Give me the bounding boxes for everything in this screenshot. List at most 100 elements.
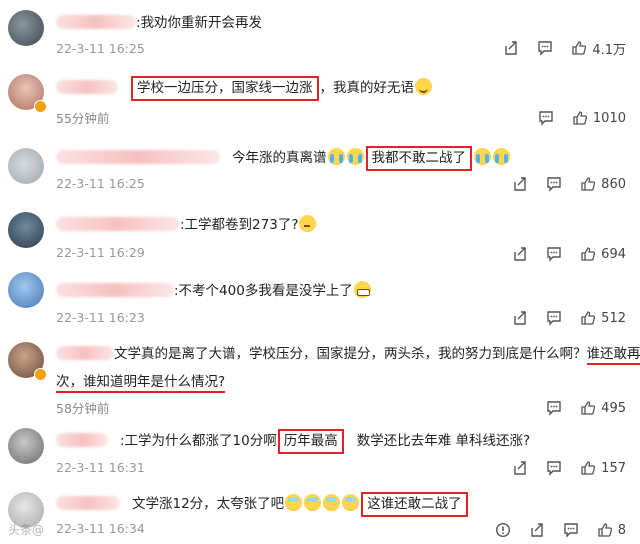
like-count: 157 <box>601 460 626 476</box>
like-count: 495 <box>601 400 626 416</box>
comment-button[interactable] <box>538 110 554 126</box>
emoji-icon <box>119 81 129 91</box>
emoji-icon <box>121 497 131 507</box>
comment-button[interactable] <box>563 522 579 538</box>
crying-emoji-icon <box>346 148 364 165</box>
comment-actions: 694 <box>494 244 626 264</box>
sweat-emoji-icon <box>323 494 341 511</box>
like-button[interactable]: 512 <box>580 310 626 326</box>
username-blurred[interactable] <box>56 217 180 231</box>
emoji-icon <box>346 434 356 444</box>
share-icon <box>531 523 543 537</box>
sweat-emoji-icon <box>285 494 303 511</box>
like-count: 8 <box>617 522 626 538</box>
like-icon <box>572 41 587 55</box>
like-count: 1010 <box>592 110 626 126</box>
like-icon <box>581 461 596 475</box>
comment-date: 22-3-11 16:34 <box>56 521 145 536</box>
smile-emoji-icon <box>415 78 432 95</box>
report-icon <box>495 522 510 538</box>
comment-button[interactable] <box>546 310 562 326</box>
like-button[interactable]: 860 <box>580 176 626 192</box>
comment-text: :工学为什么都涨了10分啊 历年最高 数学还比去年难 单科线还涨? <box>56 429 530 454</box>
comment-date: 22-3-11 16:25 <box>56 176 145 191</box>
share-button[interactable] <box>512 246 528 262</box>
share-button[interactable] <box>529 522 545 538</box>
verified-badge-icon <box>34 100 47 113</box>
username-blurred[interactable] <box>56 80 118 94</box>
comment-text: 文学涨12分，太夸张了吧 这谁还敢二战了 <box>56 492 469 517</box>
like-button[interactable]: 4.1万 <box>571 39 626 58</box>
comment-icon <box>547 311 561 326</box>
watermark: 头条@ <box>8 523 45 537</box>
share-icon <box>505 41 518 55</box>
thinking-emoji-icon <box>299 215 317 232</box>
share-icon <box>514 311 526 325</box>
crying-emoji-icon <box>493 148 510 165</box>
highlight-box: 我都不敢二战了 <box>365 146 472 171</box>
crying-emoji-icon <box>474 148 491 165</box>
highlight-box: 学校一边压分，国家线一边涨 <box>131 76 319 101</box>
comment-button[interactable] <box>546 400 562 416</box>
verified-badge-icon <box>34 368 47 381</box>
like-icon <box>581 247 596 261</box>
username-blurred[interactable] <box>56 496 120 510</box>
like-count: 694 <box>601 246 626 262</box>
like-icon <box>581 401 596 415</box>
comment-actions: 495 <box>528 398 626 418</box>
like-button[interactable]: 8 <box>597 522 626 538</box>
like-button[interactable]: 1010 <box>572 110 626 126</box>
username-blurred[interactable] <box>56 283 174 297</box>
comment-icon <box>547 401 561 416</box>
sweat-emoji-icon <box>342 494 360 511</box>
grin-emoji-icon <box>353 281 371 298</box>
like-button[interactable]: 495 <box>580 400 626 416</box>
comment-button[interactable] <box>546 246 562 262</box>
share-button[interactable] <box>512 310 528 326</box>
highlight-box: 历年最高 <box>277 429 344 454</box>
like-count: 4.1万 <box>592 42 626 58</box>
like-icon <box>598 523 612 537</box>
report-button[interactable] <box>495 522 511 538</box>
comment-text: :我劝你重新开会再发 <box>56 14 262 33</box>
comment-actions: 157 <box>494 458 626 478</box>
comment-text: 今年涨的真离谱 我都不敢二战了 <box>56 146 511 171</box>
comment-actions: 512 <box>494 308 626 328</box>
comment-button[interactable] <box>537 40 553 56</box>
like-icon <box>581 177 596 191</box>
like-button[interactable]: 157 <box>580 460 626 476</box>
comment-icon <box>564 523 578 538</box>
crying-emoji-icon <box>327 148 345 165</box>
avatar[interactable] <box>8 428 44 464</box>
share-icon <box>514 247 526 261</box>
comment-text-continued: 次，谁知道明年是什么情况? <box>56 373 226 393</box>
avatar[interactable] <box>8 212 44 248</box>
like-count: 512 <box>601 310 626 326</box>
comment-icon <box>547 461 561 476</box>
avatar[interactable] <box>8 272 44 308</box>
comment-icon <box>547 247 561 262</box>
share-button[interactable] <box>512 460 528 476</box>
share-button[interactable] <box>503 40 519 56</box>
comment-date: 58分钟前 <box>56 401 110 416</box>
like-icon <box>581 311 596 325</box>
comment-button[interactable] <box>546 460 562 476</box>
avatar[interactable] <box>8 10 44 46</box>
username-blurred[interactable] <box>56 15 136 29</box>
share-button[interactable] <box>512 176 528 192</box>
username-blurred[interactable] <box>56 150 220 164</box>
comment-icon <box>539 111 553 126</box>
comment-text: :不考个400多我看是没学上了 <box>56 281 372 301</box>
share-icon <box>514 177 526 191</box>
comment-button[interactable] <box>546 176 562 192</box>
emoji-icon <box>109 434 119 444</box>
comment-icon <box>547 177 561 192</box>
username-blurred[interactable] <box>56 433 108 447</box>
like-button[interactable]: 694 <box>580 246 626 262</box>
highlight-box: 这谁还敢二战了 <box>361 492 468 517</box>
avatar[interactable] <box>8 148 44 184</box>
comment-actions: 1010 <box>520 108 626 128</box>
comment-date: 55分钟前 <box>56 111 110 126</box>
like-icon <box>573 111 587 125</box>
username-blurred[interactable] <box>56 346 114 360</box>
